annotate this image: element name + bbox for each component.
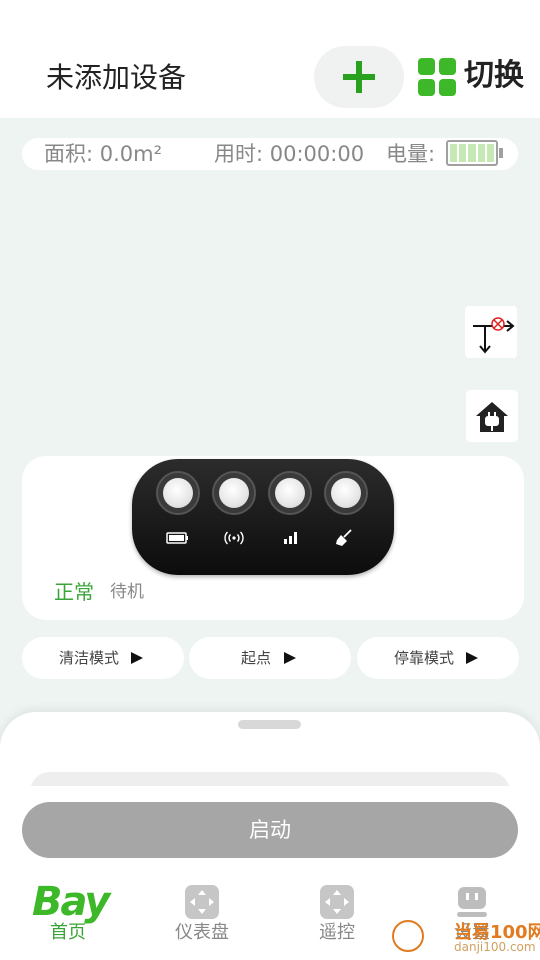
device-panel xyxy=(132,459,394,575)
plus-icon xyxy=(343,61,375,93)
battery-icon xyxy=(166,532,188,544)
play-icon xyxy=(466,652,478,664)
watermark-line2: danji100.com xyxy=(454,940,536,954)
nav-dashboard[interactable]: 仪表盘 xyxy=(152,880,252,950)
add-device-button[interactable] xyxy=(314,46,404,108)
stats-bar: 面积: 0.0m² 用时: 00:00:00 电量: xyxy=(22,138,518,170)
led-indicator xyxy=(156,471,200,515)
led-indicator xyxy=(268,471,312,515)
path-direction-icon xyxy=(473,317,515,354)
clean-mode-button[interactable]: 清洁模式 xyxy=(22,637,184,679)
nav-dashboard-label: 仪表盘 xyxy=(175,922,229,943)
nav-remote-label: 遥控 xyxy=(319,922,355,943)
play-icon xyxy=(131,652,143,664)
signal-bars-icon xyxy=(284,532,297,544)
status-main: 正常 xyxy=(54,580,94,604)
watermark: 当易100网 danji100.com xyxy=(392,916,540,960)
wifi-signal-icon xyxy=(224,531,244,545)
remote-control-icon xyxy=(320,885,354,919)
home-charge-icon xyxy=(476,402,508,432)
bottom-sheet[interactable] xyxy=(0,712,540,812)
nav-remote[interactable]: 遥控 xyxy=(287,880,387,950)
path-direction-button[interactable] xyxy=(465,306,517,358)
time-stat: 用时: 00:00:00 xyxy=(214,142,365,166)
return-home-button[interactable] xyxy=(466,390,518,442)
clean-mode-label: 清洁模式 xyxy=(59,649,120,667)
dock-mode-label: 停靠模式 xyxy=(394,649,455,667)
grid-icon xyxy=(418,58,456,96)
robot-settings-icon xyxy=(457,887,487,917)
dock-mode-button[interactable]: 停靠模式 xyxy=(357,637,519,679)
watermark-logo-icon xyxy=(392,920,424,952)
sheet-drag-handle[interactable] xyxy=(238,720,301,729)
top-header: 未添加设备 切换 xyxy=(0,0,540,118)
start-point-button[interactable]: 起点 xyxy=(189,637,351,679)
battery-label: 电量: xyxy=(386,142,436,166)
status-sub: 待机 xyxy=(110,582,144,602)
led-indicator xyxy=(212,471,256,515)
dashboard-icon xyxy=(185,885,219,919)
led-indicator xyxy=(324,471,368,515)
play-icon xyxy=(284,652,296,664)
nav-home-label: 首页 xyxy=(50,922,86,943)
start-point-label: 起点 xyxy=(241,649,272,667)
area-stat: 面积: 0.0m² xyxy=(44,142,163,166)
nav-home[interactable]: 首页 xyxy=(18,880,118,950)
device-title: 未添加设备 xyxy=(46,61,187,94)
switch-label: 切换 xyxy=(464,58,524,93)
start-button[interactable]: 启动 xyxy=(22,802,518,858)
battery-icon xyxy=(446,140,498,166)
broom-icon xyxy=(336,529,352,546)
battery-tip xyxy=(499,148,503,158)
